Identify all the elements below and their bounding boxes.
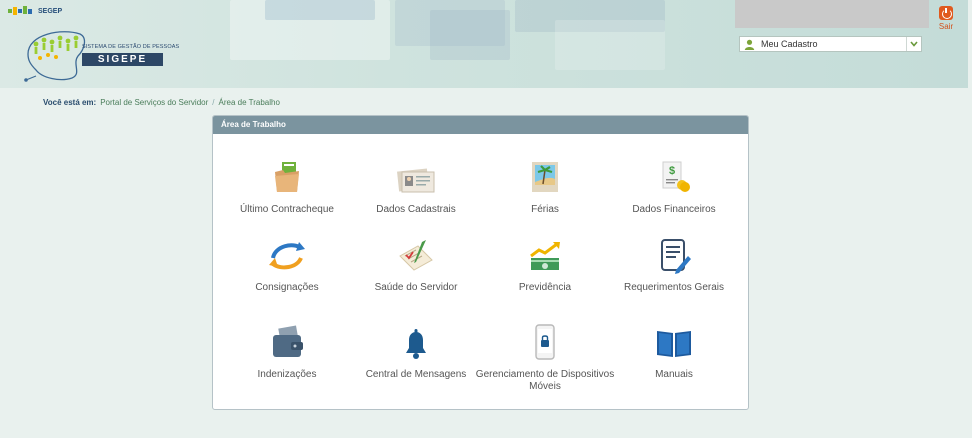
id-cards-icon [397,168,435,193]
logout-label: Sair [938,22,954,31]
segep-logo-text: SEGEP [38,7,63,15]
breadcrumb-separator: / [212,98,215,107]
tile-label: Manuais [655,369,693,380]
header: SEGEP SISTEMA DE GESTÃO DE PESSOAS SIGEP… [0,0,968,88]
breadcrumb-lead: Você está em: [43,98,97,107]
tile-indenizacoes[interactable]: Indenizações [213,323,361,381]
folder-paycheck-icon [275,162,299,192]
tile-label: Gerenciamento de Dispositivos Móveis [475,369,615,392]
tile-ultimo-contracheque[interactable]: Último Contracheque [213,158,361,216]
workspace-panel: Área de Trabalho Último Contracheque Dad… [212,115,749,410]
vacation-picture-icon [532,162,558,192]
svg-text:$: $ [669,165,675,177]
tile-label: Central de Mensagens [365,369,467,380]
segep-logo: SEGEP [8,6,62,16]
tile-saude-do-servidor[interactable]: Saúde do Servidor [342,236,490,294]
wallet-icon [273,325,303,357]
breadcrumb: Você está em: Portal de Serviços do Serv… [43,98,280,107]
system-abbr-badge: SIGEPE [82,53,163,66]
health-checklist-icon [399,240,433,271]
tile-gerenciamento-dispositivos[interactable]: Gerenciamento de Dispositivos Móveis [471,323,619,393]
tile-dados-financeiros[interactable]: $ Dados Financeiros [600,158,748,216]
user-menu-selected: Meu Cadastro [761,39,818,49]
breadcrumb-item-area[interactable]: Área de Trabalho [219,98,280,107]
tile-label: Previdência [518,282,572,293]
tile-label: Férias [531,204,559,215]
tile-label: Dados Cadastrais [376,204,456,215]
segep-mark-icon [8,6,32,15]
logout-button[interactable]: Sair [934,6,958,32]
tile-label: Requerimentos Gerais [623,282,725,293]
bell-icon [406,329,426,359]
mobile-lock-icon [535,324,555,360]
tile-previdencia[interactable]: Previdência [471,236,619,294]
refresh-arrows-icon [269,242,305,270]
growth-money-icon [530,242,560,270]
tile-dados-cadastrais[interactable]: Dados Cadastrais [342,158,490,216]
tile-label: Indenizações [257,369,317,380]
tile-label: Dados Financeiros [632,204,716,215]
tile-consignacoes[interactable]: Consignações [213,236,361,294]
breadcrumb-item-portal[interactable]: Portal de Serviços do Servidor [100,98,208,107]
user-icon [740,39,758,50]
panel-title: Área de Trabalho [213,116,748,134]
open-book-icon [657,331,691,357]
chevron-down-icon[interactable] [906,37,921,51]
tile-label: Último Contracheque [240,204,334,215]
user-menu-select[interactable]: Meu Cadastro [739,36,922,52]
system-name: SISTEMA DE GESTÃO DE PESSOAS [82,44,180,50]
tile-requerimentos-gerais[interactable]: Requerimentos Gerais [600,236,748,294]
tile-label: Consignações [255,282,319,293]
money-document-icon: $ [662,161,690,192]
power-icon [939,6,953,20]
document-edit-icon [661,239,691,274]
tile-label: Saúde do Servidor [374,282,458,293]
tile-ferias[interactable]: Férias [471,158,619,216]
tile-manuais[interactable]: Manuais [600,323,748,381]
user-info-box [735,0,929,28]
tile-central-de-mensagens[interactable]: Central de Mensagens [342,323,490,381]
